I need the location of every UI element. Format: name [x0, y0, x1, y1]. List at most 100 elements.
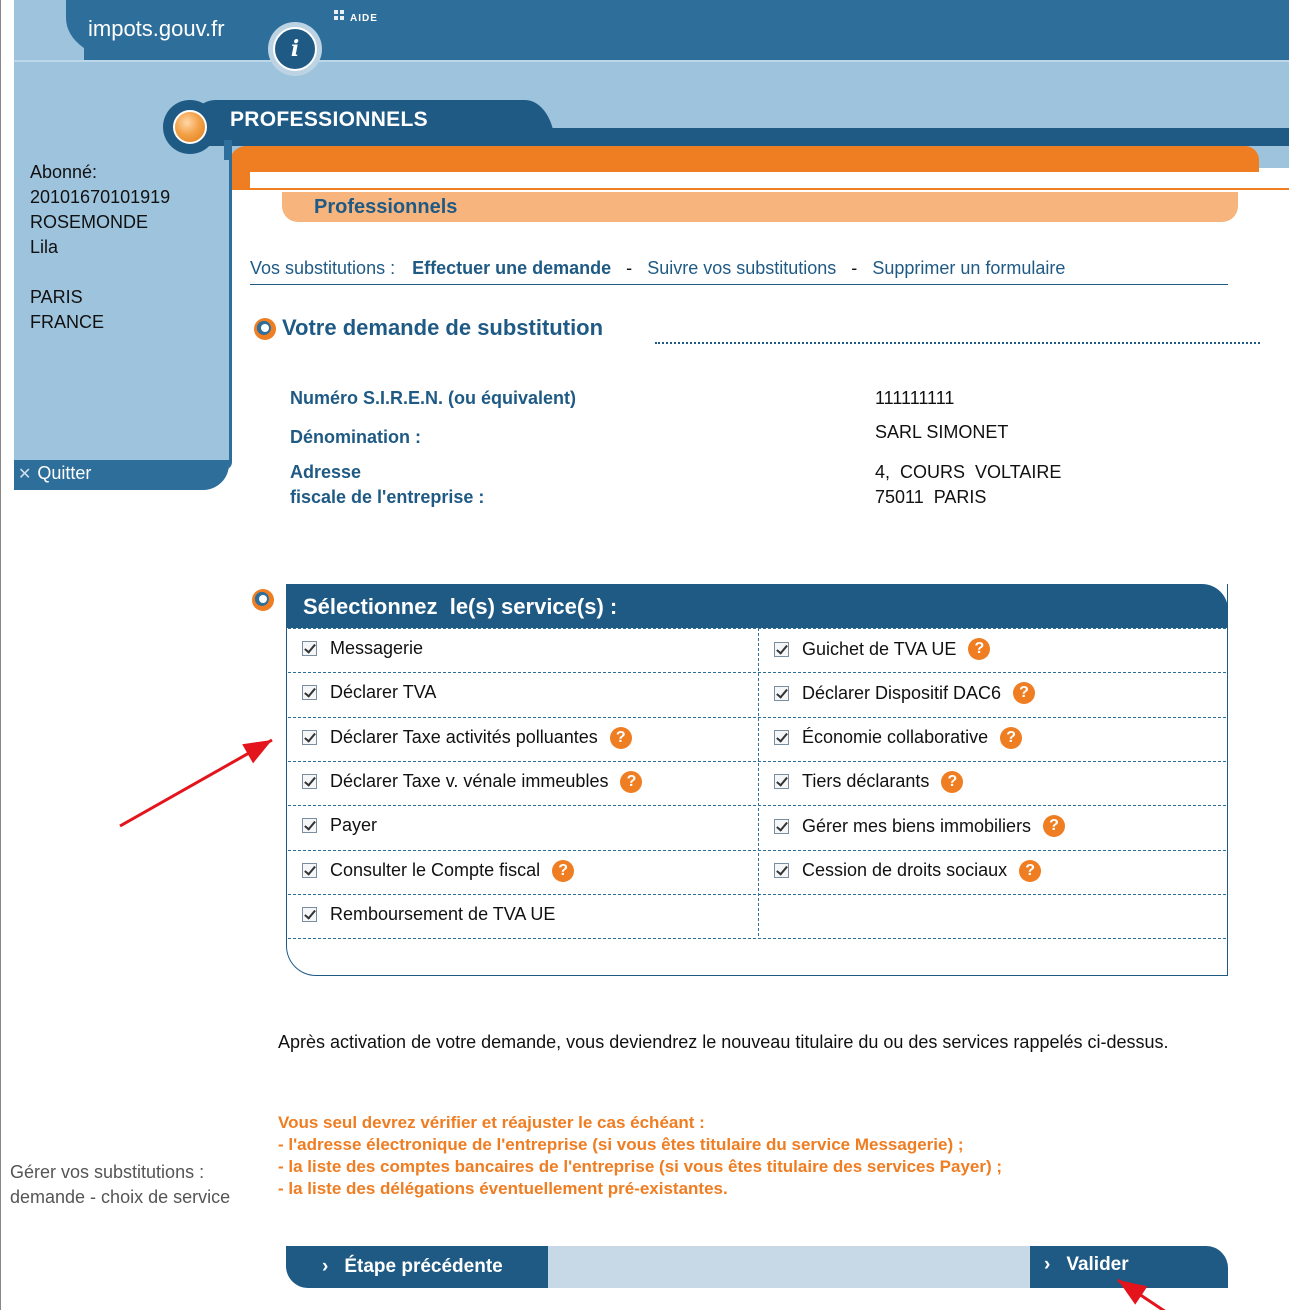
orange-orb-icon	[173, 110, 207, 144]
chevron-right-icon: ›	[322, 1256, 329, 1277]
warning-item: - l'adresse électronique de l'entreprise…	[278, 1135, 964, 1154]
section-tab-title[interactable]: PROFESSIONNELS	[230, 108, 428, 132]
help-icon[interactable]: ?	[620, 770, 643, 793]
section-bullet-icon	[252, 589, 274, 611]
service-option[interactable]: Déclarer Dispositif DAC6?	[774, 682, 1036, 705]
address-city: 75011 PARIS	[875, 487, 987, 507]
service-checkbox[interactable]	[302, 906, 317, 922]
window-frame-edge	[0, 0, 1, 1310]
service-label: Déclarer TVA	[330, 682, 437, 703]
services-row-divider	[288, 938, 1226, 940]
subscriber-lastname: ROSEMONDE	[30, 212, 149, 232]
service-label: Payer	[330, 815, 378, 836]
service-label: Consulter le Compte fiscal	[330, 860, 541, 880]
denomination-value: SARL SIMONET	[875, 422, 1009, 442]
service-option[interactable]: Guichet de TVA UE?	[774, 638, 991, 660]
services-row-divider	[288, 849, 1226, 851]
service-checkbox[interactable]	[774, 685, 789, 701]
page-subtitle: Professionnels	[314, 196, 458, 218]
validate-button[interactable]: › Valider	[1044, 1254, 1129, 1276]
nav-effectuer-demande[interactable]: Effectuer une demande	[412, 258, 611, 278]
service-checkbox[interactable]	[302, 774, 317, 790]
quit-label: Quitter	[37, 463, 92, 483]
help-link[interactable]: AIDE	[350, 13, 378, 24]
services-row-divider	[288, 716, 1226, 718]
service-checkbox[interactable]	[774, 863, 789, 878]
site-brand[interactable]: impots.gouv.fr	[88, 16, 225, 42]
page-context-note: Gérer vos substitutions : demande - choi…	[10, 1162, 231, 1207]
service-option[interactable]: Gérer mes biens immobiliers?	[774, 815, 1066, 838]
service-option[interactable]: Déclarer Taxe v. vénale immeubles?	[302, 770, 643, 793]
help-icon[interactable]: ?	[1013, 682, 1036, 705]
service-option[interactable]: Économie collaborative?	[774, 726, 1023, 749]
service-option[interactable]: Messagerie	[302, 638, 423, 659]
service-label: Messagerie	[330, 638, 424, 658]
service-checkbox[interactable]	[774, 818, 789, 834]
service-option[interactable]: Remboursement de TVA UE	[302, 904, 555, 925]
section-bullet-icon	[254, 318, 276, 340]
service-option[interactable]: Déclarer TVA	[302, 682, 436, 703]
help-icon[interactable]: ?	[1019, 859, 1042, 882]
service-checkbox[interactable]	[302, 685, 317, 701]
services-row-divider	[288, 672, 1226, 674]
service-checkbox[interactable]	[302, 818, 317, 834]
service-label: Cession de droits sociaux	[802, 860, 1008, 880]
verification-warning: Vous seul devrez vérifier et réajuster l…	[278, 1112, 1238, 1200]
help-icon[interactable]: ?	[1043, 815, 1066, 838]
service-checkbox[interactable]	[774, 641, 789, 657]
service-checkbox[interactable]	[774, 730, 789, 746]
validate-label: Valider	[1066, 1254, 1129, 1275]
denomination-label: Dénomination :	[290, 427, 421, 447]
nav-separator: -	[626, 258, 633, 278]
previous-step-label: Étape précédente	[344, 1256, 503, 1277]
service-label: Déclarer Taxe activités polluantes	[330, 727, 598, 748]
service-label: Remboursement de TVA UE	[330, 903, 556, 924]
service-option[interactable]: Déclarer Taxe activités polluantes?	[302, 726, 632, 749]
services-row-divider	[288, 760, 1226, 762]
service-checkbox[interactable]	[774, 774, 789, 790]
request-title: Votre demande de substitution	[282, 315, 604, 340]
service-checkbox[interactable]	[302, 730, 317, 746]
orange-header-bar	[230, 146, 1259, 172]
subscriber-info: Abonné: 20101670101919 ROSEMONDE Lila PA…	[30, 160, 170, 335]
orange-divider	[230, 188, 1289, 190]
siren-label: Numéro S.I.R.E.N. (ou équivalent)	[290, 388, 577, 408]
title-dotted-rule	[655, 342, 1260, 344]
siren-value: 111111111	[875, 388, 955, 408]
service-option[interactable]: Cession de droits sociaux?	[774, 859, 1042, 882]
orange-bar-corner	[230, 168, 250, 190]
section-strip	[520, 128, 1289, 146]
service-option[interactable]: Tiers déclarants?	[774, 770, 964, 793]
subscriber-country: FRANCE	[30, 312, 105, 332]
subscriber-id: 20101670101919	[30, 187, 171, 207]
service-label: Déclarer Dispositif DAC6	[802, 682, 1002, 703]
warning-item: - la liste des délégations éventuellemen…	[278, 1179, 728, 1198]
info-icon[interactable]: i	[273, 27, 317, 71]
close-icon: ✕	[18, 466, 32, 483]
service-option[interactable]: Payer	[302, 815, 377, 836]
nav-supprimer-formulaire[interactable]: Supprimer un formulaire	[872, 258, 1065, 278]
help-icon[interactable]: ?	[941, 770, 964, 793]
service-label: Économie collaborative	[802, 727, 989, 748]
previous-step-button[interactable]: › Étape précédente	[322, 1256, 503, 1278]
annotation-arrow-services	[119, 738, 273, 828]
subscriber-city: PARIS	[30, 287, 83, 307]
substitutions-nav: Vos substitutions : Effectuer une demand…	[250, 258, 1065, 279]
grid-dots-icon	[334, 10, 344, 20]
service-label: Déclarer Taxe v. vénale immeubles	[330, 771, 609, 792]
service-option[interactable]: Consulter le Compte fiscal?	[302, 859, 575, 882]
services-column-divider	[758, 628, 759, 936]
address-street: 4, COURS VOLTAIRE	[875, 462, 1062, 482]
help-icon[interactable]: ?	[968, 638, 991, 660]
subscriber-label: Abonné:	[30, 162, 98, 182]
help-icon[interactable]: ?	[552, 859, 575, 882]
service-checkbox[interactable]	[302, 863, 317, 878]
address-label-line: fiscale de l'entreprise :	[290, 487, 485, 507]
quit-button[interactable]: ✕ Quitter	[18, 463, 91, 484]
service-checkbox[interactable]	[302, 641, 317, 656]
service-label: Gérer mes biens immobiliers	[802, 815, 1032, 836]
help-icon[interactable]: ?	[1000, 726, 1023, 749]
nav-suivre-substitutions[interactable]: Suivre vos substitutions	[647, 258, 836, 278]
help-icon[interactable]: ?	[609, 726, 632, 749]
